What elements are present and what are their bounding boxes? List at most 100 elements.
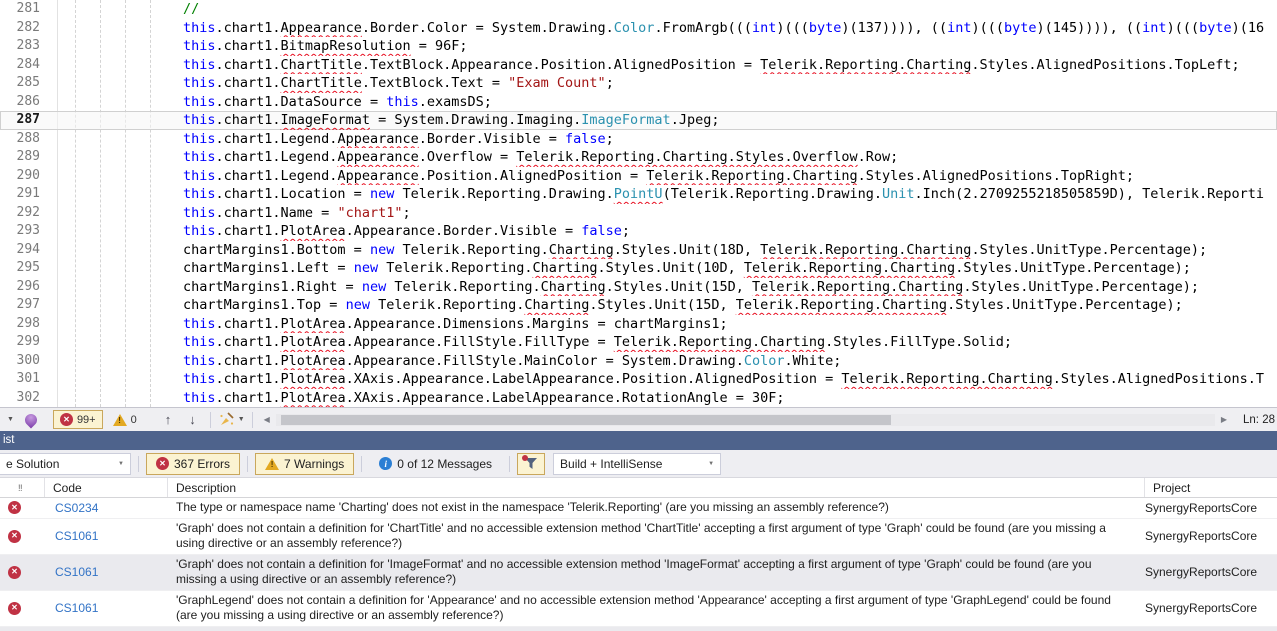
horizontal-scrollbar[interactable] [275,413,1215,426]
severity-cell: ✕ [0,591,45,626]
code-text: this.chart1.PlotArea.XAxis.Appearance.La… [183,389,785,406]
code-line[interactable]: 290 this.chart1.Legend.Appearance.Positio… [0,167,1277,186]
error-code[interactable]: CS0234 [45,498,168,518]
code-cleanup-dropdown-icon[interactable]: ▼ [238,416,245,423]
code-line[interactable]: 281 // [0,0,1277,19]
project-column-header[interactable]: Project [1145,478,1277,497]
intellisense-icon[interactable] [22,411,40,428]
line-number: 302 [16,389,40,405]
line-number: 298 [16,315,40,331]
severity-column-icon: ‼ [18,482,23,493]
visual-studio-window: 281 // 282 this.chart1.Appearance.Border.Co… [0,0,1277,631]
error-list-rows: ✕ CS0234 The type or namespace name 'Chart… [0,498,1277,631]
scope-dropdown[interactable]: e Solution ▼ [0,452,131,475]
code-line[interactable]: 293 this.chart1.PlotArea.Appearance.Borde… [0,222,1277,241]
code-line[interactable]: 301 this.chart1.PlotArea.XAxis.Appearance… [0,370,1277,389]
error-list-header: ‼ Code Description Project [0,478,1277,498]
code-text: chartMargins1.Bottom = new Telerik.Repor… [183,241,1208,258]
error-list-row[interactable]: ✕ CS0234 The type or namespace name 'Chart… [0,498,1277,519]
error-icon: ✕ [59,413,73,426]
code-text: this.chart1.Name = "chart1"; [183,204,411,221]
code-line[interactable]: 300 this.chart1.PlotArea.Appearance.FillS… [0,352,1277,371]
code-line[interactable]: 294 chartMargins1.Bottom = new Telerik.Re… [0,241,1277,260]
description-cell: 'Graph' does not contain a definition fo… [168,519,1145,554]
code-line[interactable]: 285 this.chart1.ChartTitle.TextBlock.Text… [0,74,1277,93]
line-number: 289 [16,149,40,164]
severity-cell: ✕ [0,498,45,518]
error-code[interactable]: CS1061 [45,591,168,626]
errors-filter-button[interactable]: ✕ 367 Errors [146,452,241,475]
editor-status-bar: ▼ ✕ 99+ ! 0 ↑ ↓ ▼ ◀ ▶ Ln: 28 [0,407,1277,431]
warnings-filter-label: 7 Warnings [284,456,345,471]
error-list-row[interactable]: ✕CS1061'GraphLegend' does not contain a … [0,626,1277,631]
code-line[interactable]: 282 this.chart1.Appearance.Border.Color =… [0,19,1277,38]
editor-errors-indicator[interactable]: ✕ 99+ [52,410,103,429]
code-text: this.chart1.PlotArea.Appearance.FillStyl… [183,352,842,369]
separator [509,455,511,472]
error-list-row[interactable]: ✕ CS1061 'Graph' does not contain a defini… [0,554,1277,591]
description-column-header[interactable]: Description [168,478,1145,497]
code-text: this.chart1.PlotArea.Appearance.Dimensio… [183,315,728,332]
scroll-right-icon[interactable]: ▶ [1217,415,1231,424]
separator [361,455,363,472]
code-cleanup-button[interactable]: ▼ [218,412,245,427]
code-text: this.chart1.PlotArea.Appearance.FillStyl… [183,334,1013,350]
error-code[interactable]: CS1061 [45,627,168,631]
code-line-current[interactable]: 287 this.chart1.ImageFormat = System.Draw… [0,111,1277,130]
messages-filter-button[interactable]: i 0 of 12 Messages [369,453,502,475]
code-line[interactable]: 299 this.chart1.PlotArea.Appearance.FillS… [0,333,1277,352]
editor-warnings-indicator[interactable]: ! 0 [107,410,143,429]
line-number: 293 [16,223,40,238]
code-line[interactable]: 296 chartMargins1.Right = new Telerik.Rep… [0,278,1277,297]
separator [209,411,211,428]
code-line[interactable]: 295 chartMargins1.Left = new Telerik.Repo… [0,259,1277,278]
code-text: this.chart1.PlotArea.XAxis.Appearance.La… [183,371,1265,387]
chevron-down-icon: ▼ [118,460,124,467]
filter-button[interactable] [517,452,546,475]
code-text: this.chart1.Appearance.Border.Color = Sy… [183,19,1265,36]
code-line[interactable]: 284 this.chart1.ChartTitle.TextBlock.Appe… [0,56,1277,75]
warnings-filter-button[interactable]: ! 7 Warnings [255,452,355,475]
error-description: The type or namespace name 'Charting' do… [176,500,889,514]
code-line[interactable]: 283 this.chart1.BitmapResolution = 96F; [0,37,1277,56]
code-text: this.chart1.ImageFormat = System.Drawing… [183,112,720,128]
code-text: // [183,1,200,17]
scrollbar-thumb[interactable] [280,414,891,425]
code-lines: 281 // 282 this.chart1.Appearance.Border.Co… [0,0,1277,407]
chevron-down-icon: ▼ [708,460,715,467]
code-column-header[interactable]: Code [45,478,168,497]
separator [247,455,249,472]
code-line[interactable]: 289 this.chart1.Legend.Appearance.Overflo… [0,148,1277,167]
error-code[interactable]: CS1061 [45,555,168,590]
error-list-row[interactable]: ✕CS1061 'GraphLegend' does not contain a … [0,591,1277,627]
line-number: 284 [16,56,40,72]
previous-issue-icon[interactable]: ↑ [165,412,172,427]
code-line[interactable]: 286 this.chart1.DataSource = this.examsDS… [0,93,1277,112]
error-description: 'GraphLegend' does not contain a definit… [176,592,1111,623]
error-list-row[interactable]: ✕ CS1061 'Graph' does not contain a defini… [0,519,1277,555]
code-line[interactable]: 297 chartMargins1.Top = new Telerik.Repor… [0,296,1277,315]
code-text: this.chart1.PlotArea.Appearance.Border.V… [183,223,631,239]
code-line[interactable]: 291 this.chart1.Location = new Telerik.Re… [0,185,1277,204]
project-cell: SynergyReportsCore [1145,529,1258,543]
editor-errors-count: 99+ [76,413,96,426]
scroll-left-icon[interactable]: ◀ [260,415,274,424]
error-code[interactable]: CS1061 [45,519,168,554]
code-line[interactable]: 302 this.chart1.PlotArea.XAxis.Appearance… [0,389,1277,408]
code-line[interactable]: 292 this.chart1.Name = "chart1"; [0,204,1277,223]
code-editor[interactable]: 281 // 282 this.chart1.Appearance.Border.Co… [0,0,1277,407]
severity-column-header[interactable]: ‼ [0,478,45,497]
line-number: 281 [16,1,40,16]
code-text: this.chart1.BitmapResolution = 96F; [183,38,468,54]
margin-dropdown-icon[interactable]: ▼ [7,416,14,423]
code-line[interactable]: 288 this.chart1.Legend.Appearance.Border.… [0,130,1277,149]
line-number: 283 [16,38,40,53]
filter-mode-dropdown[interactable]: Build + IntelliSense ▼ [553,452,722,475]
code-text: this.chart1.ChartTitle.TextBlock.Appeara… [183,56,1240,73]
error-icon: ✕ [156,457,169,470]
error-list-title: ist [3,434,15,446]
line-number: 290 [16,167,40,183]
error-icon: ✕ [8,501,21,515]
next-issue-icon[interactable]: ↓ [189,412,196,427]
code-line[interactable]: 298 this.chart1.PlotArea.Appearance.Dimen… [0,315,1277,334]
